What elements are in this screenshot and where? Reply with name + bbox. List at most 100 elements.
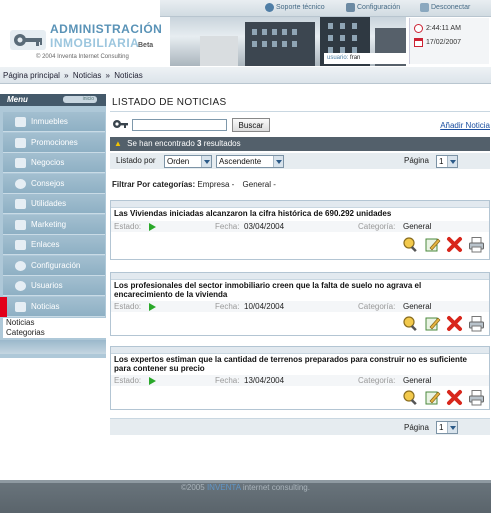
page-select[interactable]: 1 bbox=[436, 155, 458, 168]
current-user: usuario: fran bbox=[324, 53, 409, 64]
support-link[interactable]: Soporte técnico bbox=[265, 3, 325, 12]
sidebar-item-label: Inmuebles bbox=[31, 117, 68, 126]
sort-field-select[interactable]: Orden bbox=[164, 155, 212, 168]
page-select-bottom[interactable]: 1 bbox=[436, 421, 458, 434]
news-category: General bbox=[403, 222, 432, 231]
category-label: Categoría: bbox=[358, 376, 396, 385]
logout-icon bbox=[420, 3, 429, 12]
date-display: 17/02/2007 bbox=[414, 38, 461, 47]
print-icon[interactable] bbox=[468, 389, 485, 406]
submenu-item-noticias[interactable]: Noticias bbox=[3, 318, 106, 328]
sidebar-item-label: Enlaces bbox=[31, 240, 60, 249]
filter-label: Filtrar Por categorías: bbox=[112, 180, 196, 189]
search-input[interactable] bbox=[132, 119, 227, 131]
filter-option-empresa[interactable]: Empresa bbox=[197, 180, 229, 189]
news-actions bbox=[402, 389, 485, 406]
news-title[interactable]: Las Viviendas iniciadas alcanzaron la ci… bbox=[114, 209, 474, 218]
datetime-box: 2:44:11 AM 17/02/2007 bbox=[409, 18, 489, 64]
edit-icon[interactable] bbox=[424, 389, 441, 406]
calendar-icon bbox=[414, 38, 423, 47]
footer: ©2005 INVENTA internet consulting. bbox=[0, 480, 491, 513]
sidebar-item-negocios[interactable]: Negocios bbox=[3, 153, 105, 173]
add-news-link[interactable]: Añadir Noticia bbox=[440, 121, 490, 130]
logo-title-line1: ADMINISTRACIÓN bbox=[50, 22, 163, 36]
view-magnifier-icon[interactable] bbox=[402, 315, 419, 332]
results-prefix: Se han encontrado bbox=[127, 139, 195, 148]
news-meta: Estado: Fecha: 03/04/2004 Categoría: Gen… bbox=[111, 221, 489, 232]
footer-prefix: ©2005 bbox=[181, 483, 205, 492]
sort-field-value: Orden bbox=[167, 157, 190, 166]
news-title[interactable]: Los profesionales del sector inmobiliari… bbox=[114, 281, 474, 299]
view-magnifier-icon[interactable] bbox=[402, 389, 419, 406]
print-icon[interactable] bbox=[468, 315, 485, 332]
time-value: 2:44:11 AM bbox=[426, 25, 461, 32]
edit-icon[interactable] bbox=[424, 315, 441, 332]
sidebar-item-promociones[interactable]: Promociones bbox=[3, 132, 105, 153]
sidebar-item-inmuebles[interactable]: Inmuebles bbox=[3, 112, 105, 132]
search-button[interactable]: Buscar bbox=[232, 118, 270, 132]
breadcrumb-home[interactable]: Página principal bbox=[3, 71, 60, 80]
sidebar-item-label: Marketing bbox=[31, 219, 67, 229]
logout-link[interactable]: Desconectar bbox=[420, 3, 470, 12]
results-suffix: resultados bbox=[203, 139, 241, 148]
settings-icon bbox=[15, 260, 26, 271]
links-icon bbox=[15, 240, 26, 250]
delete-icon[interactable] bbox=[446, 236, 463, 253]
card-header-strip bbox=[111, 201, 489, 208]
sidebar-item-consejos[interactable]: Consejos bbox=[3, 173, 105, 194]
news-actions bbox=[402, 236, 485, 253]
breadcrumb-current: Noticias bbox=[114, 71, 143, 80]
search-row: Buscar Añadir Noticia bbox=[112, 118, 490, 132]
menu-list: Inmuebles Promociones Negocios Consejos … bbox=[0, 112, 105, 317]
view-magnifier-icon[interactable] bbox=[402, 236, 419, 253]
sidebar-item-noticias[interactable]: Noticias bbox=[0, 296, 105, 317]
footer-suffix: internet consulting. bbox=[242, 483, 310, 492]
chevron-down-icon bbox=[201, 156, 211, 167]
tips-icon bbox=[15, 178, 26, 189]
sidebar-item-label: Usuarios bbox=[31, 281, 63, 290]
tools-icon bbox=[15, 199, 26, 209]
top-links-bar: Soporte técnico Configuración Desconecta… bbox=[160, 0, 491, 17]
sort-order-select[interactable]: Ascendente bbox=[216, 155, 284, 168]
app-logo[interactable]: ADMINISTRACIÓN INMOBILIARIA Beta © 2004 … bbox=[6, 18, 162, 62]
print-icon[interactable] bbox=[468, 236, 485, 253]
sidebar-item-enlaces[interactable]: Enlaces bbox=[3, 235, 105, 255]
page-value: 1 bbox=[439, 423, 444, 432]
category-filter: Filtrar Por categorías: Empresa - Genera… bbox=[112, 180, 276, 189]
sidebar-item-utilidades[interactable]: Utilidades bbox=[3, 194, 105, 214]
breadcrumb-section[interactable]: Noticias bbox=[73, 71, 101, 80]
menu-home-tab[interactable]: inicio bbox=[63, 96, 97, 103]
promotion-icon bbox=[15, 137, 26, 148]
news-category: General bbox=[403, 376, 432, 385]
filter-option-general[interactable]: General bbox=[243, 180, 271, 189]
submenu-item-categorias[interactable]: Categorias bbox=[3, 328, 106, 338]
delete-icon[interactable] bbox=[446, 315, 463, 332]
play-status-icon[interactable] bbox=[149, 303, 156, 311]
main-content: LISTADO DE NOTICIAS Buscar Añadir Notici… bbox=[110, 94, 490, 484]
footer-brand[interactable]: INVENTA bbox=[207, 483, 241, 492]
breadcrumb-separator: » bbox=[105, 71, 110, 80]
play-status-icon[interactable] bbox=[149, 223, 156, 231]
sidebar-item-marketing[interactable]: Marketing bbox=[3, 214, 105, 235]
news-icon bbox=[15, 301, 26, 312]
sidebar-item-usuarios[interactable]: Usuarios bbox=[3, 276, 105, 296]
sidebar-item-configuracion[interactable]: Configuración bbox=[3, 255, 105, 276]
footer-copyright: ©2005 INVENTA internet consulting. bbox=[0, 483, 491, 492]
list-toolbar: Listado por Orden Ascendente Página 1 bbox=[110, 153, 490, 169]
sidebar-item-label: Consejos bbox=[31, 178, 65, 188]
marketing-icon bbox=[15, 219, 26, 230]
category-label: Categoría: bbox=[358, 222, 396, 231]
page-label: Página bbox=[404, 423, 429, 432]
news-title[interactable]: Los expertos estiman que la cantidad de … bbox=[114, 355, 474, 373]
edit-icon[interactable] bbox=[424, 236, 441, 253]
sort-label: Listado por bbox=[116, 156, 156, 165]
play-status-icon[interactable] bbox=[149, 377, 156, 385]
delete-icon[interactable] bbox=[446, 389, 463, 406]
logout-link-label: Desconectar bbox=[431, 4, 471, 11]
config-link[interactable]: Configuración bbox=[346, 3, 400, 12]
sidebar-item-label: Configuración bbox=[31, 260, 81, 270]
news-date: 10/04/2004 bbox=[244, 302, 285, 311]
sidebar-footer bbox=[0, 340, 106, 354]
time-display: 2:44:11 AM bbox=[414, 24, 461, 33]
news-meta: Estado: Fecha: 13/04/2004 Categoría: Gen… bbox=[111, 375, 489, 386]
